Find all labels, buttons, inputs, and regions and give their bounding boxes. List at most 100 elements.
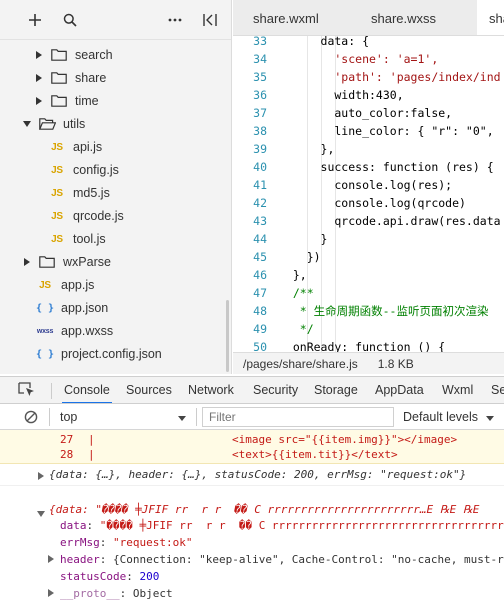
code-line: 45 }) <box>253 250 321 264</box>
code-line: 39 }, <box>253 142 335 156</box>
tab-security[interactable]: Security <box>253 377 298 403</box>
add-file-icon[interactable] <box>26 11 44 29</box>
editor-tab-bar: share.wxml share.wxss share <box>233 0 504 36</box>
tab-storage[interactable]: Storage <box>314 377 358 403</box>
editor-status-bar: /pages/share/share.js 1.8 KB <box>233 352 504 374</box>
tree-item-label: share <box>75 71 107 85</box>
source-snippet: 27 | <image src="{{item.img}}"></image> … <box>0 430 504 464</box>
property-statuscode: statusCode: 200 <box>60 570 160 583</box>
tree-item-time[interactable]: time <box>0 90 231 112</box>
expand-arrow-icon[interactable] <box>48 552 60 568</box>
dropdown-arrow-icon <box>486 410 495 424</box>
folder-icon <box>50 71 68 85</box>
chevron-right-icon <box>34 50 44 60</box>
code-line: 35 'path': 'pages/index/ind <box>253 70 501 84</box>
search-icon[interactable] <box>61 11 79 29</box>
divider <box>49 408 50 426</box>
chevron-down-icon <box>22 119 32 129</box>
clear-console-icon[interactable] <box>24 410 38 424</box>
collapse-arrow-icon[interactable] <box>37 507 45 520</box>
property-errmsg: errMsg: "request:ok" <box>60 536 193 549</box>
source-line: 28 <box>60 448 74 461</box>
divider <box>51 383 52 399</box>
code-line: 37 auto_color:false, <box>253 106 453 120</box>
tree-item-tool-js[interactable]: JS tool.js <box>0 228 231 250</box>
js-file-icon: JS <box>39 279 51 291</box>
js-file-icon: JS <box>51 233 63 245</box>
code-line: 41 console.log(res); <box>253 178 453 192</box>
folder-icon <box>50 48 68 62</box>
tree-item-app-wxss[interactable]: wxss app.wxss <box>0 320 231 342</box>
tab-share-js[interactable]: share <box>477 0 504 35</box>
console-message[interactable]: {data: {…}, header: {…}, statusCode: 200… <box>0 464 504 486</box>
console-toolbar: top Default levels <box>0 404 504 430</box>
tree-item-utils[interactable]: utils <box>0 113 231 135</box>
property-proto[interactable]: __proto__: Object <box>48 586 173 602</box>
chevron-right-icon <box>34 73 44 83</box>
filter-input[interactable] <box>202 407 394 427</box>
tab-sources[interactable]: Sources <box>126 377 172 403</box>
tree-item-label: qrcode.js <box>73 209 124 223</box>
collapse-panel-icon[interactable] <box>201 11 219 29</box>
tree-item-label: project.config.json <box>61 347 162 361</box>
property-data: data: "���� ╪JFIF rr r r �� C rrrrrrrrrr… <box>60 519 504 532</box>
devtools-tab-bar: Console Sources Network Security Storage… <box>0 376 504 404</box>
tree-item-search[interactable]: search <box>0 44 231 66</box>
json-file-icon: { } <box>35 348 55 360</box>
tab-share-wxml[interactable]: share.wxml <box>253 0 319 35</box>
log-levels-select[interactable]: Default levels <box>400 408 496 426</box>
tree-item-project-config-json[interactable]: { } project.config.json <box>0 343 231 365</box>
code-line: 38 line_color: { "r": "0", <box>253 124 494 138</box>
tree-item-app-js[interactable]: JS app.js <box>0 274 231 296</box>
tree-item-label: md5.js <box>73 186 110 200</box>
folder-icon <box>50 94 68 108</box>
tree-item-label: app.json <box>61 301 109 315</box>
js-file-icon: JS <box>51 164 63 176</box>
console-message-expanded[interactable]: {data: "���� ╪JFIF rr r r �� C rrrrrrrrr… <box>0 497 504 611</box>
json-file-icon: { } <box>35 302 55 314</box>
tab-wxml[interactable]: Wxml <box>442 377 473 403</box>
tree-item-config-js[interactable]: JS config.js <box>0 159 231 181</box>
js-file-icon: JS <box>51 141 63 153</box>
code-line: 48 * 生命周期函数--监听页面初次渲染 <box>253 304 489 318</box>
expand-arrow-icon[interactable] <box>48 586 60 602</box>
expand-arrow-icon[interactable] <box>38 470 44 483</box>
tree-item-qrcode-js[interactable]: JS qrcode.js <box>0 205 231 227</box>
tree-item-wxparse[interactable]: wxParse <box>0 251 231 273</box>
source-gutter: | <box>88 448 95 461</box>
tree-item-app-json[interactable]: { } app.json <box>0 297 231 319</box>
tab-more[interactable]: Se <box>491 377 504 403</box>
context-select[interactable]: top <box>56 408 190 426</box>
property-header[interactable]: header: {Connection: "keep-alive", Cache… <box>48 552 504 568</box>
wxss-file-icon: wxss <box>36 327 54 335</box>
source-line-text: <text>{{item.tit}}</text> <box>232 448 398 461</box>
explorer-scrollbar[interactable] <box>226 300 229 372</box>
file-path: /pages/share/share.js <box>243 356 358 371</box>
tree-item-md5-js[interactable]: JS md5.js <box>0 182 231 204</box>
tab-console[interactable]: Console <box>62 377 112 403</box>
source-line-text: <image src="{{item.img}}"></image> <box>232 433 458 446</box>
code-line: 40 success: function (res) { <box>253 160 494 174</box>
code-line: 50 onReady: function () { <box>253 340 446 352</box>
code-editor[interactable]: 33 data: { 34 'scene': 'a=1', 35 'path':… <box>233 36 504 352</box>
tree-item-share[interactable]: share <box>0 67 231 89</box>
js-file-icon: JS <box>51 210 63 222</box>
log-summary: {data: "���� ╪JFIF rr r r �� C rrrrrrrrr… <box>49 503 480 516</box>
tree-item-label: search <box>75 48 113 62</box>
console-output[interactable]: 27 | <image src="{{item.img}}"></image> … <box>0 430 504 611</box>
tab-appdata[interactable]: AppData <box>375 377 424 403</box>
inspect-element-icon[interactable] <box>18 382 40 400</box>
tree-item-label: app.wxss <box>61 324 114 338</box>
tree-item-label: wxParse <box>63 255 111 269</box>
code-line: 34 'scene': 'a=1', <box>253 52 439 66</box>
more-options-icon[interactable] <box>166 11 184 29</box>
tab-share-wxss[interactable]: share.wxss <box>371 0 436 35</box>
tree-item-label: config.js <box>73 163 119 177</box>
js-file-icon: JS <box>51 187 63 199</box>
tab-network[interactable]: Network <box>188 377 234 403</box>
code-line: 46 }, <box>253 268 307 282</box>
tree-item-label: api.js <box>73 140 103 154</box>
log-summary: {data: {…}, header: {…}, statusCode: 200… <box>49 468 467 481</box>
tree-item-api-js[interactable]: JS api.js <box>0 136 231 158</box>
tree-item-label: utils <box>63 117 86 131</box>
